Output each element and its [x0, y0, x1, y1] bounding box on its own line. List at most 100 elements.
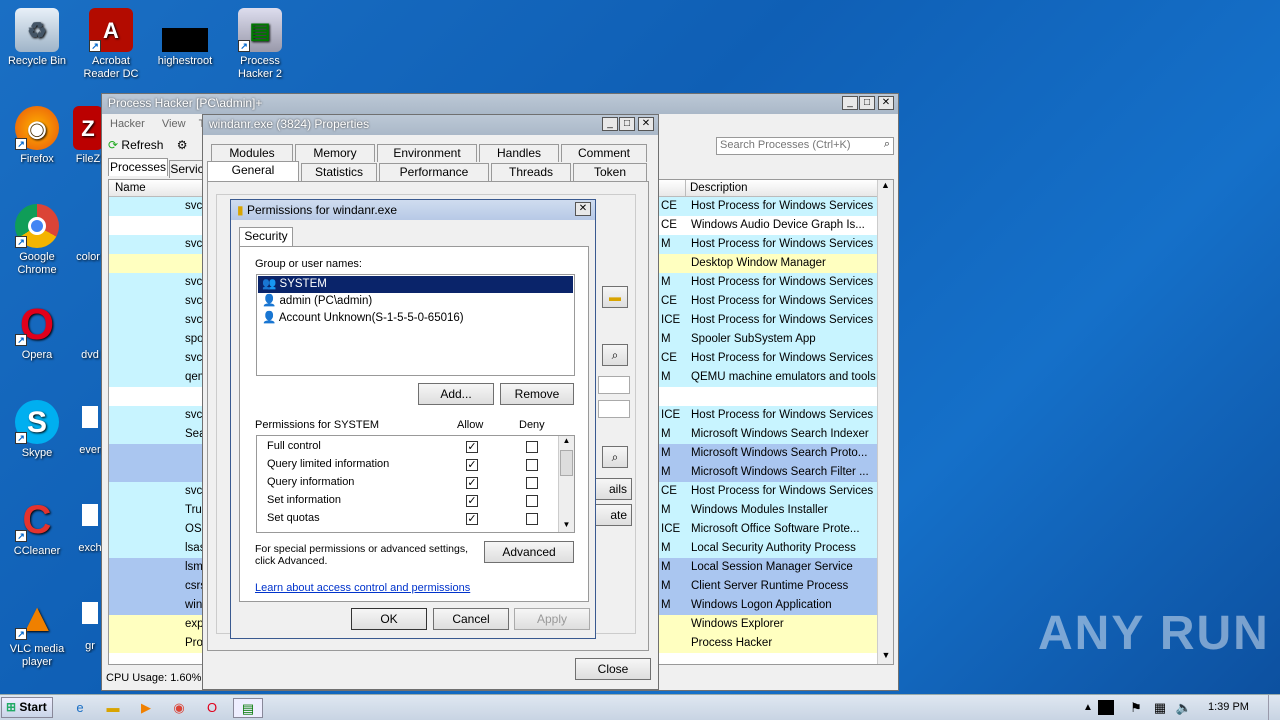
user-item-system[interactable]: 👥 SYSTEM [258, 276, 573, 293]
props-maximize-button[interactable]: □ [619, 117, 635, 131]
tab-handles[interactable]: Handles [479, 144, 559, 162]
open-folder-button[interactable]: ▬ [602, 286, 628, 308]
media-player-icon[interactable]: ▶ [134, 698, 158, 718]
inspect-parent-button[interactable]: ⌕ [602, 446, 628, 468]
add-button[interactable]: Add... [418, 383, 494, 405]
desktop-icon-firefox[interactable]: ◉ ↗ Firefox [0, 106, 74, 166]
opera-taskbar-icon[interactable]: O [200, 698, 224, 718]
apply-button[interactable]: Apply [514, 608, 590, 630]
inspect-button[interactable]: ⌕ [602, 344, 628, 366]
ie-icon[interactable]: e [68, 698, 92, 718]
user-item-unknown[interactable]: 👤 Account Unknown(S-1-5-5-0-65016) [262, 310, 464, 327]
filezilla-icon: Z [73, 106, 103, 150]
magnifier-icon: ⌕ [611, 450, 619, 464]
tab-token[interactable]: Token [573, 163, 647, 181]
tab-security[interactable]: Security [239, 227, 293, 247]
chrome-taskbar-icon[interactable]: ◉ [167, 698, 191, 718]
permissions-dialog: ▮ Permissions for windanr.exe ✕ Security… [230, 199, 596, 639]
col-name[interactable]: Name [115, 182, 146, 194]
tab-statistics[interactable]: Statistics [301, 163, 377, 181]
tab-services[interactable]: Servic [169, 160, 205, 178]
tab-threads[interactable]: Threads [491, 163, 571, 181]
col-description[interactable]: Description [685, 180, 865, 197]
desktop-icon-chrome[interactable]: ↗ Google Chrome [0, 204, 74, 277]
file-icon [82, 602, 98, 624]
scroll-thumb[interactable] [560, 450, 573, 476]
close-button[interactable]: ✕ [878, 96, 894, 110]
allow-checkbox[interactable]: ✓ [466, 477, 478, 489]
ok-button[interactable]: OK [351, 608, 427, 630]
process-user-fragment: CE [661, 219, 677, 231]
desktop-icon-process-hacker[interactable]: ▤ ↗ Process Hacker 2 [223, 8, 297, 81]
deny-checkbox[interactable] [526, 513, 538, 525]
learn-more-link[interactable]: Learn about access control and permissio… [255, 582, 470, 594]
allow-checkbox[interactable]: ✓ [466, 495, 478, 507]
desktop-icon-highestroot[interactable]: highestroot [148, 8, 222, 68]
vertical-scrollbar[interactable]: ▲ ▼ [877, 180, 893, 664]
allow-checkbox[interactable]: ✓ [466, 513, 478, 525]
tab-environment[interactable]: Environment [377, 144, 477, 162]
desktop-icon-recycle-bin[interactable]: ♻ Recycle Bin [0, 8, 74, 68]
clock[interactable]: 1:39 PM [1208, 701, 1249, 713]
process-description: Spooler SubSystem App [691, 333, 816, 345]
user-list[interactable]: 👥 SYSTEM 👤 admin (PC\admin) 👤 Account Un… [256, 274, 575, 376]
allow-checkbox[interactable]: ✓ [466, 459, 478, 471]
desktop-icon-vlc[interactable]: ▲ ↗ VLC media player [0, 596, 74, 669]
process-description: Windows Logon Application [691, 599, 832, 611]
user-item-admin[interactable]: 👤 admin (PC\admin) [262, 293, 372, 310]
process-user-fragment: ICE [661, 314, 681, 326]
menu-view[interactable]: View [162, 118, 186, 130]
permissions-list: Full control ✓ Query limited information ✓ Q… [256, 435, 575, 533]
remove-button[interactable]: Remove [500, 383, 574, 405]
process-description: Client Server Runtime Process [691, 580, 849, 592]
explorer-icon[interactable]: ▬ [101, 698, 125, 718]
search-input[interactable]: Search Processes (Ctrl+K) ⌕ [716, 137, 894, 155]
process-user-fragment: CE [661, 352, 677, 364]
props-close-button[interactable]: ✕ [638, 117, 654, 131]
deny-checkbox[interactable] [526, 477, 538, 489]
perm-close-button[interactable]: ✕ [575, 202, 591, 216]
start-button[interactable]: ⊞ Start [1, 697, 53, 718]
minimize-button[interactable]: _ [842, 96, 858, 110]
tab-comment[interactable]: Comment [561, 144, 647, 162]
desktop-icon-opera[interactable]: O ↗ Opera [0, 302, 74, 362]
scroll-up-arrow[interactable]: ▲ [878, 180, 893, 196]
network-icon[interactable]: ▦ [1148, 698, 1172, 718]
scroll-down-arrow[interactable]: ▼ [559, 520, 574, 529]
tray-app-icon[interactable] [1098, 700, 1114, 715]
refresh-button[interactable]: ⟳ Refresh ⚙ [108, 138, 188, 152]
flag-icon[interactable]: ⚑ [1124, 698, 1148, 718]
menu-hacker[interactable]: Hacker [110, 118, 145, 130]
deny-checkbox[interactable] [526, 441, 538, 453]
desktop-icon-acrobat[interactable]: A ↗ Acrobat Reader DC [74, 8, 148, 81]
scroll-down-arrow[interactable]: ▼ [878, 650, 893, 660]
folder-icon: ▮ [237, 203, 244, 217]
process-description: Process Hacker [691, 637, 773, 649]
deny-checkbox[interactable] [526, 459, 538, 471]
advanced-button[interactable]: Advanced [484, 541, 574, 563]
process-user-fragment: CE [661, 200, 677, 212]
process-description: Windows Explorer [691, 618, 784, 630]
props-close-dialog-button[interactable]: Close [575, 658, 651, 680]
search-icon: ⌕ [883, 138, 890, 150]
deny-checkbox[interactable] [526, 495, 538, 507]
perm-scrollbar[interactable]: ▲ ▼ [558, 436, 574, 532]
tab-performance[interactable]: Performance [379, 163, 489, 181]
permission-name: Set information [267, 494, 341, 506]
tab-modules[interactable]: Modules [211, 144, 293, 162]
process-description: Host Process for Windows Services [691, 295, 874, 307]
tab-memory[interactable]: Memory [295, 144, 375, 162]
show-desktop-button[interactable] [1268, 695, 1280, 720]
volume-icon[interactable]: 🔈 [1172, 698, 1196, 718]
props-minimize-button[interactable]: _ [602, 117, 618, 131]
tab-general[interactable]: General [207, 161, 299, 183]
show-hidden-icons[interactable]: ▲ [1076, 698, 1100, 718]
desktop-icon-ccleaner[interactable]: C ↗ CCleaner [0, 498, 74, 558]
maximize-button[interactable]: □ [859, 96, 875, 110]
scroll-up-arrow[interactable]: ▲ [559, 436, 574, 445]
process-hacker-taskbar-icon[interactable]: ▤ [233, 698, 263, 718]
desktop-icon-skype[interactable]: S ↗ Skype [0, 400, 74, 460]
cancel-button[interactable]: Cancel [433, 608, 509, 630]
allow-checkbox[interactable]: ✓ [466, 441, 478, 453]
tab-processes[interactable]: Processes [108, 158, 168, 176]
